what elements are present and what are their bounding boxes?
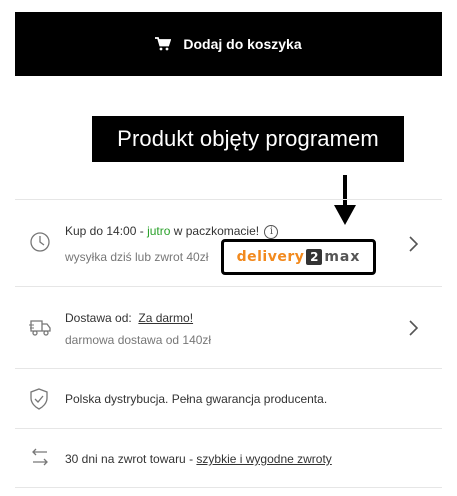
returns-link[interactable]: szybkie i wygodne zwroty — [196, 452, 331, 466]
cart-icon — [155, 37, 172, 51]
returns-row: 30 dni na zwrot towaru - szybkie i wygod… — [15, 428, 442, 488]
returns-prefix: 30 dni na zwrot towaru - — [65, 452, 197, 466]
delivery-time-subtitle: wysyłka dziś lub zwrot 40zł — [65, 250, 209, 264]
shipping-title: Dostawa od: Za darmo! — [65, 311, 193, 325]
free-shipping-link[interactable]: Za darmo! — [138, 311, 193, 325]
clock-icon — [30, 232, 50, 252]
promo-banner: Produkt objęty programem — [92, 116, 404, 162]
delivery-time-title: Kup do 14:00 - jutro w paczkomacie! i — [65, 224, 279, 239]
distribution-row: Polska dystrybucja. Pełna gwarancja prod… — [15, 368, 442, 428]
shipping-label: Dostawa od: — [65, 311, 132, 325]
promo-banner-text: Produkt objęty programem — [117, 126, 379, 151]
delivery-time-prefix: Kup do 14:00 - — [65, 224, 148, 238]
delivery-highlight: jutro — [147, 224, 171, 238]
returns-text: 30 dni na zwrot towaru - szybkie i wygod… — [65, 452, 332, 466]
distribution-text: Polska dystrybucja. Pełna gwarancja prod… — [65, 392, 328, 406]
return-arrow-icon — [32, 448, 48, 466]
logo-part-delivery: delivery — [236, 249, 305, 265]
add-to-cart-label: Dodaj do koszyka — [183, 36, 302, 52]
shipping-row[interactable]: Dostawa od: Za darmo! darmowa dostawa od… — [15, 286, 442, 368]
shield-icon — [30, 388, 48, 410]
shipping-subtitle: darmowa dostawa od 140zł — [65, 333, 212, 347]
delivery2max-logo: delivery 2 max — [221, 239, 376, 275]
add-to-cart-button[interactable]: Dodaj do koszyka — [15, 12, 442, 76]
delivery-time-suffix: w paczkomacie! — [170, 224, 260, 238]
logo-part-max: max — [324, 249, 361, 265]
info-icon[interactable]: i — [264, 224, 279, 239]
logo-part-two: 2 — [306, 249, 323, 265]
truck-icon — [29, 320, 51, 336]
chevron-right-icon[interactable] — [408, 320, 418, 336]
chevron-right-icon[interactable] — [408, 236, 418, 252]
